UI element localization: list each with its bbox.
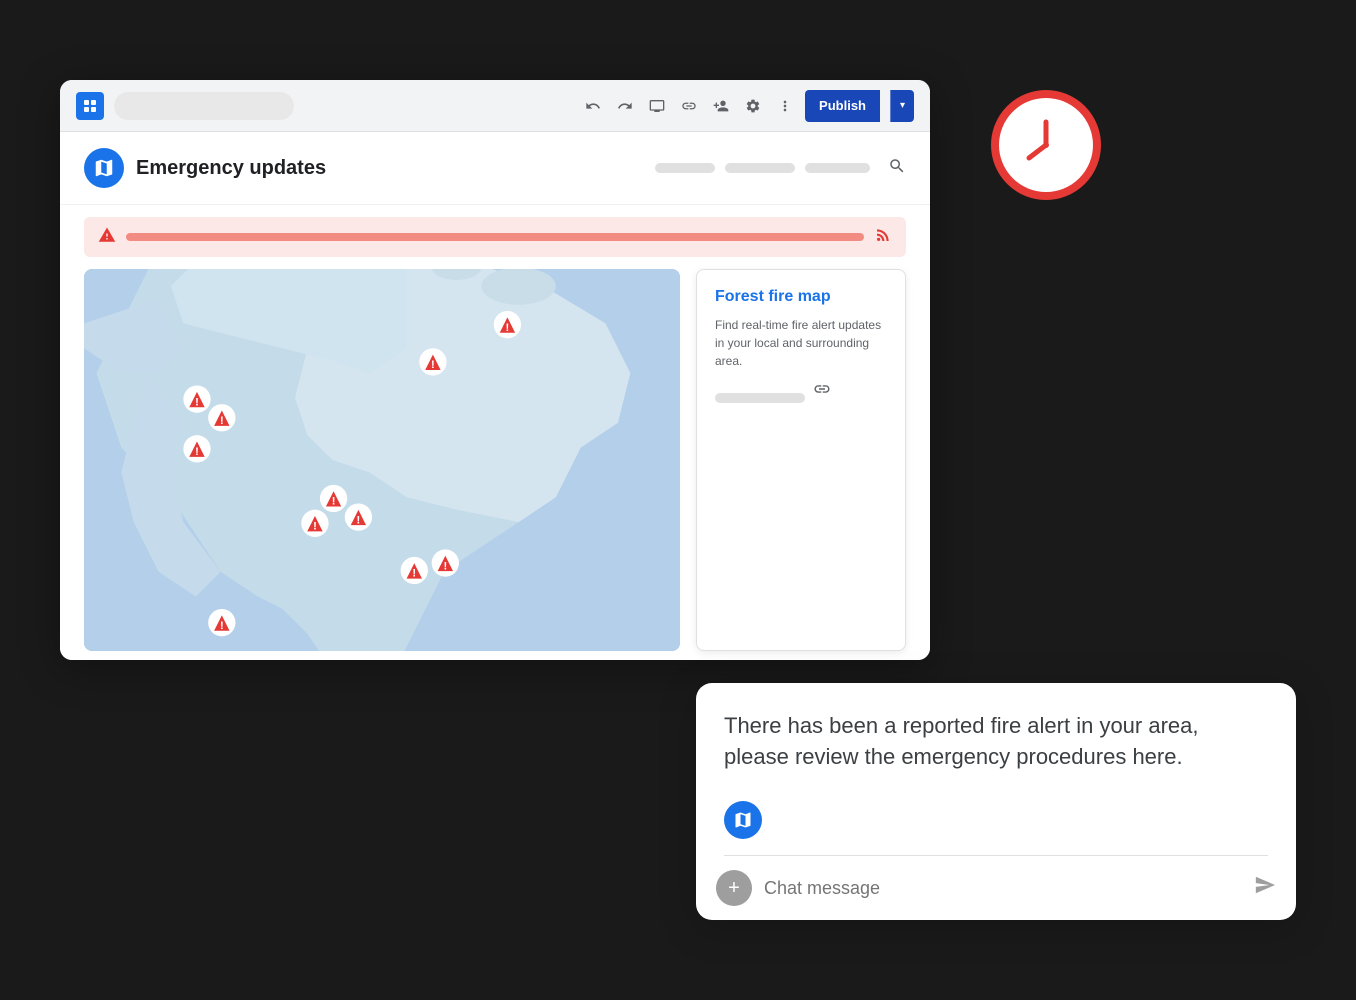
svg-text:!: ! xyxy=(220,415,224,427)
chat-avatar xyxy=(724,801,762,839)
redo-icon[interactable] xyxy=(615,96,635,116)
svg-text:!: ! xyxy=(506,322,510,334)
card-link-row xyxy=(715,380,887,403)
clock-badge xyxy=(991,90,1101,200)
fire-marker-11: ! xyxy=(208,609,235,636)
send-icon xyxy=(1254,874,1276,896)
fire-marker-1: ! xyxy=(494,311,521,338)
publish-dropdown-button[interactable]: ▾ xyxy=(890,90,914,122)
site-title: Emergency updates xyxy=(136,157,643,180)
svg-text:!: ! xyxy=(431,359,435,371)
svg-text:!: ! xyxy=(220,620,224,632)
svg-text:!: ! xyxy=(357,514,361,526)
plus-icon: + xyxy=(728,877,740,900)
fire-marker-2: ! xyxy=(419,348,446,375)
scene: Publish ▾ Emergency updates xyxy=(0,0,1356,1000)
fire-marker-4: ! xyxy=(208,404,235,431)
svg-text:!: ! xyxy=(332,496,336,508)
svg-text:!: ! xyxy=(195,396,199,408)
nav-item-1 xyxy=(655,163,715,173)
card-link-icon[interactable] xyxy=(813,380,831,403)
browser-logo xyxy=(76,92,104,120)
rss-icon xyxy=(874,226,892,249)
avatar-map-icon xyxy=(733,810,753,830)
monitor-icon[interactable] xyxy=(647,96,667,116)
toolbar-icons xyxy=(583,96,795,116)
url-bar xyxy=(114,92,294,120)
nav-item-3 xyxy=(805,163,870,173)
map-area: ! ! ! xyxy=(84,269,680,651)
chat-add-button[interactable]: + xyxy=(716,870,752,906)
browser-toolbar: Publish ▾ xyxy=(60,80,930,132)
undo-icon[interactable] xyxy=(583,96,603,116)
browser-content: Emergency updates xyxy=(60,132,930,660)
chat-input-row: + xyxy=(696,856,1296,920)
browser-window: Publish ▾ Emergency updates xyxy=(60,80,930,660)
fire-marker-9: ! xyxy=(401,557,428,584)
site-logo-icon xyxy=(84,148,124,188)
clock-icon xyxy=(1011,110,1081,180)
info-card: Forest fire map Find real-time fire aler… xyxy=(696,269,906,651)
card-link-bar xyxy=(715,393,805,403)
card-title: Forest fire map xyxy=(715,288,887,306)
alert-bar xyxy=(84,217,906,257)
fire-marker-6: ! xyxy=(320,485,347,512)
fire-marker-3: ! xyxy=(183,386,210,413)
chat-input[interactable] xyxy=(764,878,1242,899)
warning-icon xyxy=(98,226,116,249)
site-header: Emergency updates xyxy=(60,132,930,205)
settings-icon[interactable] xyxy=(743,96,763,116)
map-icon xyxy=(93,157,115,179)
chevron-down-icon: ▾ xyxy=(900,100,905,111)
svg-text:!: ! xyxy=(412,568,416,580)
add-person-icon[interactable] xyxy=(711,96,731,116)
chat-message-area: There has been a reported fire alert in … xyxy=(696,683,1296,793)
site-icon xyxy=(82,98,98,114)
publish-button[interactable]: Publish xyxy=(805,90,880,122)
fire-marker-8: ! xyxy=(301,510,328,537)
chat-message-text: There has been a reported fire alert in … xyxy=(724,711,1268,773)
link-icon[interactable] xyxy=(679,96,699,116)
svg-text:!: ! xyxy=(195,446,199,458)
fire-marker-7: ! xyxy=(345,503,372,530)
alert-bar-content xyxy=(126,233,864,241)
chat-send-button[interactable] xyxy=(1254,874,1276,902)
fire-marker-5: ! xyxy=(183,435,210,462)
more-icon[interactable] xyxy=(775,96,795,116)
map-svg: ! ! ! xyxy=(84,269,680,651)
site-nav xyxy=(655,157,906,180)
chat-panel: There has been a reported fire alert in … xyxy=(696,683,1296,920)
main-content: ! ! ! xyxy=(60,269,930,660)
svg-text:!: ! xyxy=(443,560,447,572)
nav-item-2 xyxy=(725,163,795,173)
svg-text:!: ! xyxy=(313,521,317,533)
chat-avatar-row xyxy=(696,793,1296,855)
card-description: Find real-time fire alert updates in you… xyxy=(715,316,887,370)
search-icon[interactable] xyxy=(888,157,906,180)
fire-marker-10: ! xyxy=(432,549,459,576)
